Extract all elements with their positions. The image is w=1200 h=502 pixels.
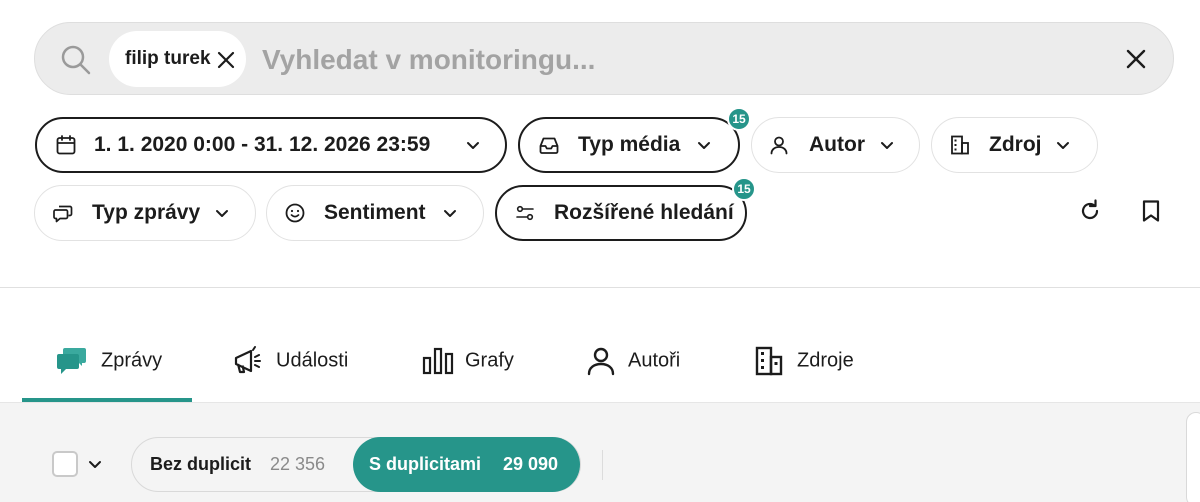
section-divider: [0, 287, 1200, 288]
source-label: Zdroj: [989, 133, 1042, 156]
without-duplicates-label: Bez duplicit: [150, 454, 252, 474]
messages-icon: [57, 348, 86, 374]
tab-messages-label: Zprávy: [101, 349, 163, 372]
sentiment-filter[interactable]: Sentiment: [266, 185, 484, 241]
author-filter[interactable]: Autor: [751, 117, 920, 173]
bar-chart-icon: [422, 347, 454, 375]
tab-charts-label: Grafy: [465, 349, 514, 372]
media-type-filter[interactable]: Typ média: [518, 117, 740, 173]
tab-messages[interactable]: Zprávy: [55, 336, 175, 386]
message-type-filter[interactable]: Typ zprávy: [34, 185, 256, 241]
calendar-icon: [56, 135, 76, 155]
chevron-down-icon: [216, 210, 228, 217]
chip-remove-icon[interactable]: [215, 49, 237, 71]
page: filip turek 1. 1. 2020 0:00 - 31. 12. 20…: [0, 0, 1200, 502]
inbox-icon: [539, 137, 559, 154]
search-chip-label: filip turek: [125, 48, 211, 69]
clear-search-icon[interactable]: [1123, 46, 1149, 72]
user-icon: [587, 347, 615, 376]
search-input[interactable]: [262, 40, 1082, 80]
select-all-checkbox[interactable]: [52, 451, 78, 477]
building-icon: [951, 135, 969, 155]
date-range-label: 1. 1. 2020 0:00 - 31. 12. 2026 23:59: [94, 133, 431, 156]
search-icon: [61, 45, 91, 75]
building-icon: [755, 346, 783, 376]
without-duplicates-count: 22 356: [270, 454, 326, 474]
with-duplicates-label: S duplicitami: [369, 454, 482, 474]
bookmark-icon[interactable]: [1137, 197, 1165, 225]
user-icon: [770, 136, 788, 155]
chevron-down-icon: [467, 142, 479, 149]
author-label: Autor: [809, 133, 865, 156]
tab-authors[interactable]: Autoři: [584, 336, 694, 386]
date-range-filter[interactable]: 1. 1. 2020 0:00 - 31. 12. 2026 23:59: [35, 117, 507, 173]
tab-charts[interactable]: Grafy: [421, 336, 521, 386]
tab-events[interactable]: Události: [231, 336, 361, 386]
toolbar-separator: [602, 450, 603, 480]
with-duplicates-count: 29 090: [503, 454, 559, 474]
chevron-down-icon: [444, 210, 456, 217]
advanced-search-badge: 15: [732, 177, 756, 201]
tab-authors-label: Autoři: [628, 349, 681, 372]
refresh-icon[interactable]: [1076, 197, 1104, 225]
smiley-icon: [285, 203, 305, 223]
megaphone-icon: [234, 346, 261, 374]
chevron-down-icon: [698, 142, 710, 149]
message-type-label: Typ zprávy: [92, 201, 201, 224]
scrollbar[interactable]: [1186, 412, 1200, 502]
sentiment-label: Sentiment: [324, 201, 426, 224]
sliders-icon: [516, 205, 534, 221]
chevron-down-icon: [1057, 142, 1069, 149]
advanced-search-filter[interactable]: Rozšířené hledání: [495, 185, 747, 241]
advanced-search-label: Rozšířené hledání: [554, 201, 734, 224]
source-filter[interactable]: Zdroj: [931, 117, 1098, 173]
media-type-badge: 15: [727, 107, 751, 131]
tab-sources-label: Zdroje: [797, 349, 854, 372]
chat-icon: [53, 205, 73, 223]
chevron-down-icon: [881, 142, 893, 149]
chevron-down-icon[interactable]: [87, 456, 103, 472]
media-type-label: Typ média: [578, 133, 681, 156]
tab-sources[interactable]: Zdroje: [753, 336, 863, 386]
tab-events-label: Události: [276, 349, 349, 372]
